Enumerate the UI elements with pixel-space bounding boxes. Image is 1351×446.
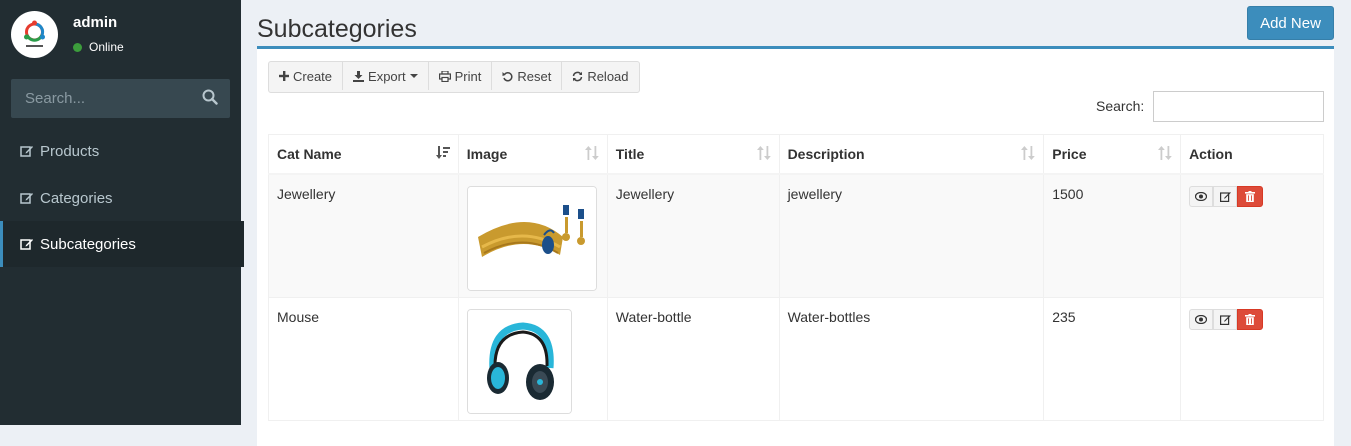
cell-cat-name: Mouse [268,297,459,421]
cell-image [457,173,608,298]
table-toolbar: Create Export Print Reset Reload [268,61,640,93]
undo-icon [502,71,513,81]
caret-down-icon [409,74,418,78]
cell-price: 235 [1043,297,1182,421]
status-text: Online [89,40,124,54]
sidebar-item-products[interactable]: Products [0,128,241,174]
edit-icon [1219,315,1231,325]
trash-icon [1245,314,1256,325]
cell-cat-name: Jewellery [268,173,459,298]
sidebar-item-subcategories[interactable]: Subcategories [0,221,244,267]
edit-icon [20,237,34,251]
delete-button[interactable] [1237,309,1264,330]
sidebar-item-label: Categories [40,189,113,207]
plus-icon [279,71,289,81]
sidebar-search [11,79,230,118]
sort-icon [584,146,599,160]
row-actions [1189,186,1315,207]
table-search-input[interactable] [1153,91,1324,122]
sort-icon [1158,146,1172,160]
table-header-row: Cat Name Image Title Description Price A… [268,134,1324,175]
table-row: Jewellery Jewellery jewellery 1500 [268,173,1324,298]
download-icon [353,70,365,82]
sort-icon [1021,146,1036,160]
view-button[interactable] [1189,186,1214,207]
user-status: Online [73,40,124,54]
sort-desc-icon [435,146,450,159]
column-header-cat-name[interactable]: Cat Name [268,134,459,175]
cell-image [457,297,608,421]
print-button[interactable]: Print [429,62,493,90]
cell-title: Water-bottle [606,297,780,421]
cell-action [1180,297,1324,421]
eye-icon [1195,315,1208,324]
create-button[interactable]: Create [269,62,344,90]
refresh-icon [573,71,583,81]
export-button[interactable]: Export [343,62,429,90]
column-header-price[interactable]: Price [1043,134,1182,175]
reset-label: Reset [517,68,552,84]
headphones-image [466,309,572,414]
print-label: Print [454,68,482,84]
edit-icon [20,144,34,158]
table-search-label: Search: [1096,98,1145,114]
sidebar: admin Online Products Categories Subcate… [0,0,244,425]
export-label: Export [368,68,406,84]
eye-icon [1195,192,1208,201]
sidebar-search-input[interactable] [11,79,191,118]
search-icon[interactable] [202,89,222,109]
view-button[interactable] [1189,309,1214,330]
reset-button[interactable]: Reset [492,62,563,90]
cell-description: Water-bottles [778,297,1045,421]
edit-button[interactable] [1213,309,1238,330]
edit-icon [20,191,34,205]
trash-icon [1245,191,1256,202]
subcategories-table: Cat Name Image Title Description Price A… [268,134,1324,421]
sort-icon [756,146,771,160]
cell-description: jewellery [778,173,1045,298]
avatar [11,11,58,58]
delete-button[interactable] [1237,186,1264,207]
column-header-image[interactable]: Image [457,134,608,175]
jewellery-necklace-image [466,186,597,291]
cell-action [1180,173,1324,298]
reload-label: Reload [587,68,629,84]
reload-button[interactable]: Reload [562,62,638,90]
column-header-title[interactable]: Title [606,134,780,175]
add-new-button[interactable]: Add New [1247,6,1334,40]
user-name: admin [73,14,118,31]
sidebar-item-label: Subcategories [40,235,136,253]
table-row: Mouse Water-bottle Water-bottles 235 [268,297,1324,421]
edit-icon [1219,192,1231,202]
online-dot-icon [73,42,82,52]
cell-title: Jewellery [606,173,780,298]
page-title: Subcategories [257,15,417,43]
print-icon [438,70,451,82]
row-actions [1189,309,1315,330]
column-header-action: Action [1180,134,1324,175]
user-panel: admin Online [0,0,241,70]
cell-price: 1500 [1043,173,1182,298]
sidebar-item-categories[interactable]: Categories [0,175,241,221]
column-header-description[interactable]: Description [778,134,1045,175]
edit-button[interactable] [1213,186,1238,207]
teamwork-logo-icon [24,20,45,47]
sidebar-item-label: Products [40,142,100,160]
create-label: Create [293,68,333,84]
